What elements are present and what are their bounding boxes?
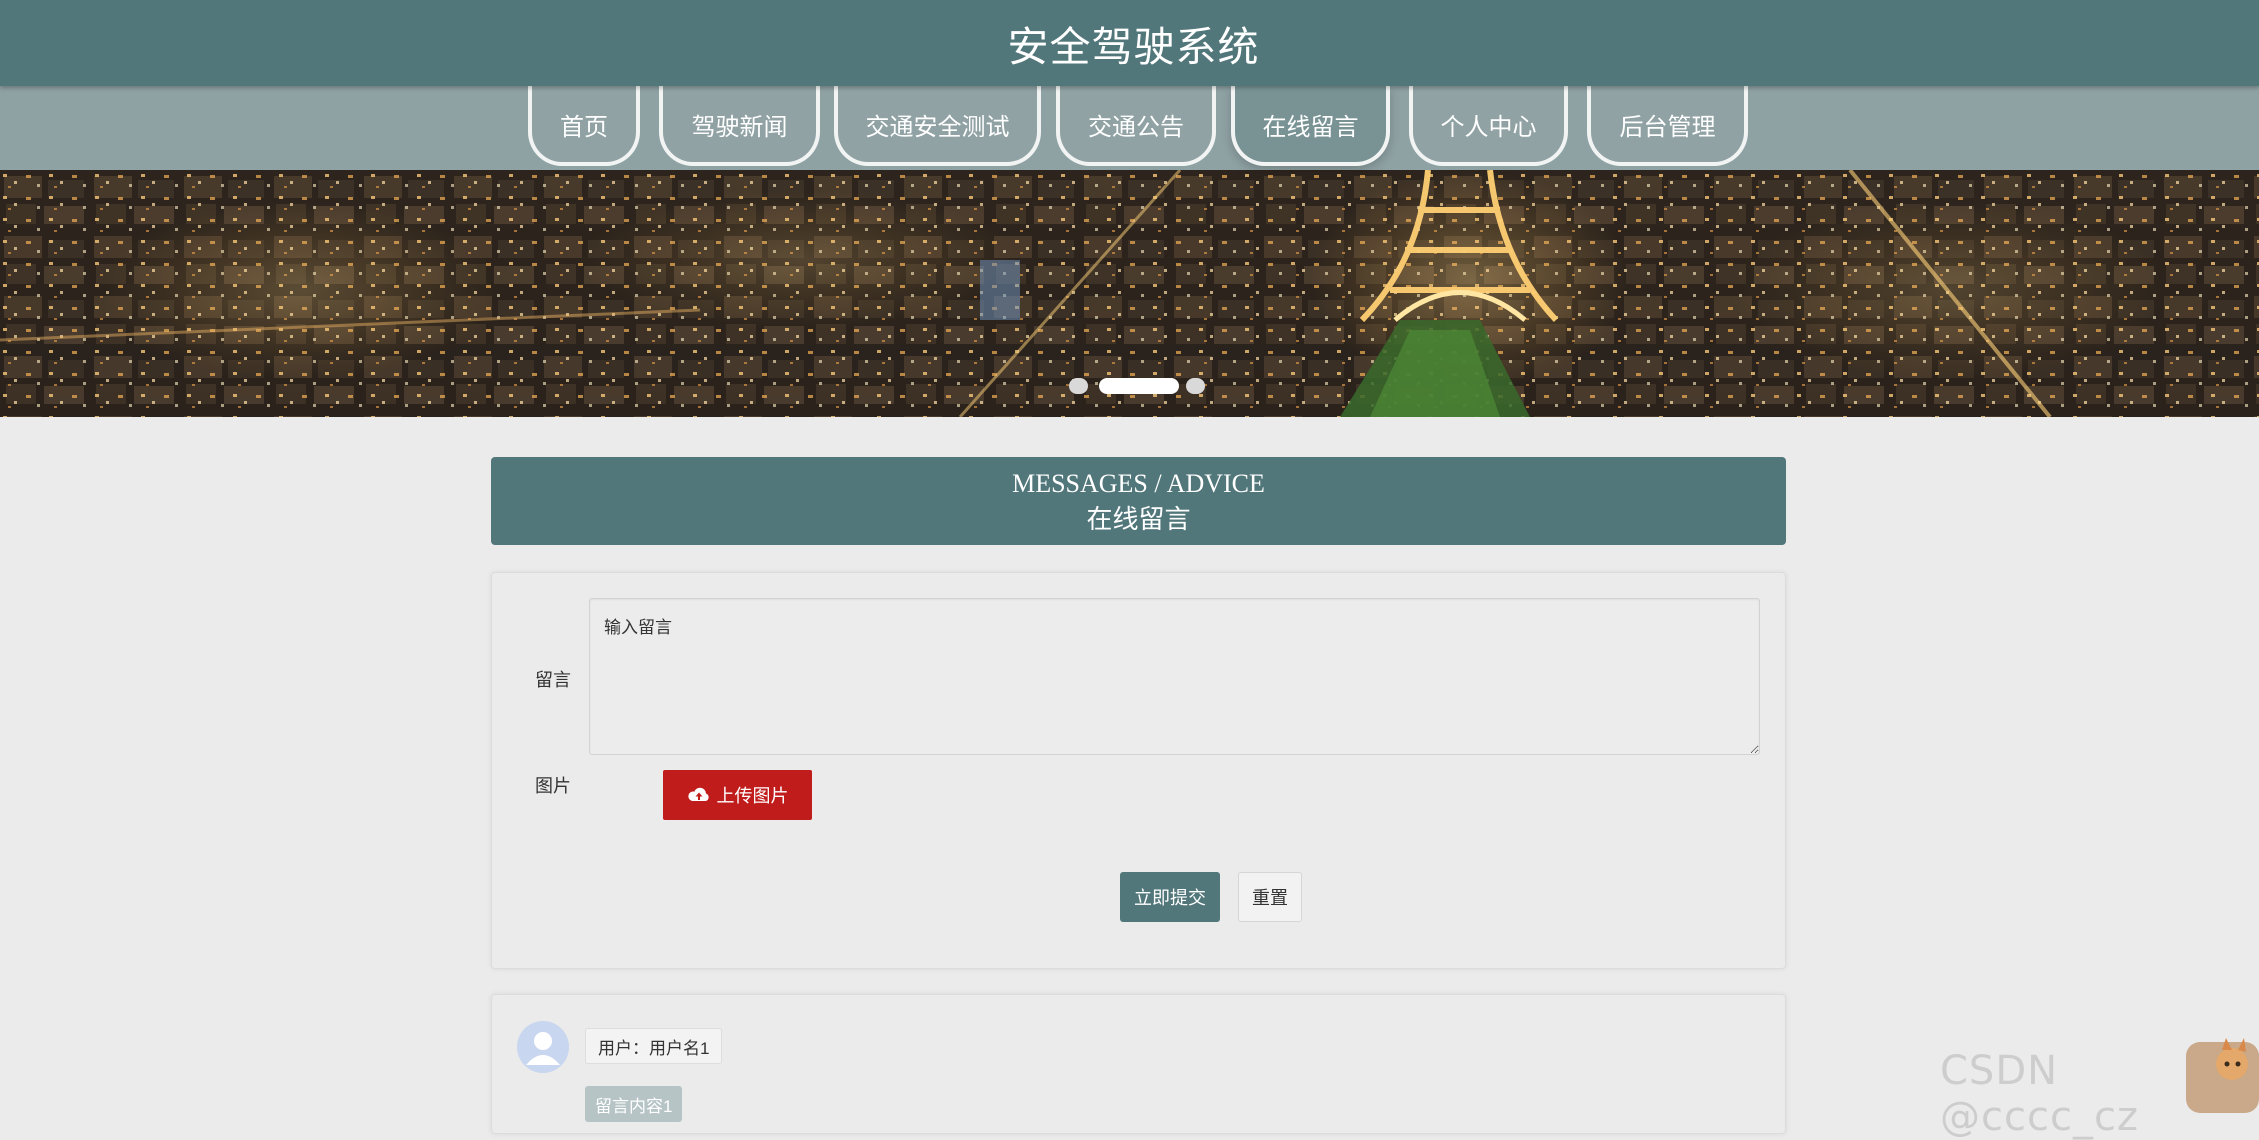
- main-nav: 首页 驾驶新闻 交通安全测试 交通公告 在线留言 个人中心 后台管理: [0, 86, 2259, 170]
- nav-item-home[interactable]: 首页: [528, 86, 640, 166]
- message-textarea[interactable]: [589, 598, 1760, 755]
- nav-item-label: 交通安全测试: [865, 113, 1010, 141]
- carousel-dot-2-active[interactable]: [1099, 378, 1179, 394]
- nav-item-admin[interactable]: 后台管理: [1587, 86, 1748, 166]
- carousel-dot-3[interactable]: [1186, 378, 1205, 394]
- site-title: 安全驾驶系统: [1007, 24, 1260, 70]
- carousel-indicators: [0, 378, 2259, 394]
- nav-item-label: 驾驶新闻: [691, 113, 788, 141]
- user-avatar-icon: [517, 1021, 569, 1073]
- message-user-name: 用户：用户名1: [585, 1028, 723, 1064]
- message-list-item: 用户：用户名1 留言内容1: [491, 994, 1786, 1134]
- nav-item-label: 在线留言: [1262, 113, 1359, 141]
- message-content: 留言内容1: [585, 1086, 683, 1122]
- section-title-zh: 在线留言: [1086, 505, 1191, 534]
- submit-button[interactable]: 立即提交: [1120, 872, 1220, 922]
- message-form: 留言 图片 上传图片 立即提交 重置: [491, 572, 1786, 969]
- message-label: 留言: [535, 670, 571, 690]
- corner-mascot-icon: [2186, 1038, 2259, 1113]
- cloud-upload-icon: [687, 787, 709, 801]
- nav-item-safety-test[interactable]: 交通安全测试: [834, 86, 1041, 166]
- site-header: 安全驾驶系统: [0, 0, 2259, 86]
- image-label: 图片: [535, 776, 571, 796]
- nav-item-label: 交通公告: [1088, 113, 1184, 141]
- nav-item-label: 首页: [560, 113, 608, 141]
- nav-item-label: 后台管理: [1619, 113, 1716, 141]
- upload-image-button[interactable]: 上传图片: [663, 770, 812, 820]
- section-title-en: MESSAGES / ADVICE: [1012, 469, 1265, 498]
- reset-button[interactable]: 重置: [1238, 872, 1302, 922]
- carousel-dot-1[interactable]: [1069, 378, 1088, 394]
- nav-item-driving-news[interactable]: 驾驶新闻: [659, 86, 820, 166]
- upload-button-label: 上传图片: [716, 786, 789, 806]
- nav-item-label: 个人中心: [1440, 113, 1537, 141]
- section-title: MESSAGES / ADVICE 在线留言: [491, 457, 1786, 545]
- nav-item-personal-center[interactable]: 个人中心: [1409, 86, 1568, 166]
- nav-item-online-message[interactable]: 在线留言: [1231, 86, 1390, 166]
- nav-item-traffic-notice[interactable]: 交通公告: [1056, 86, 1216, 166]
